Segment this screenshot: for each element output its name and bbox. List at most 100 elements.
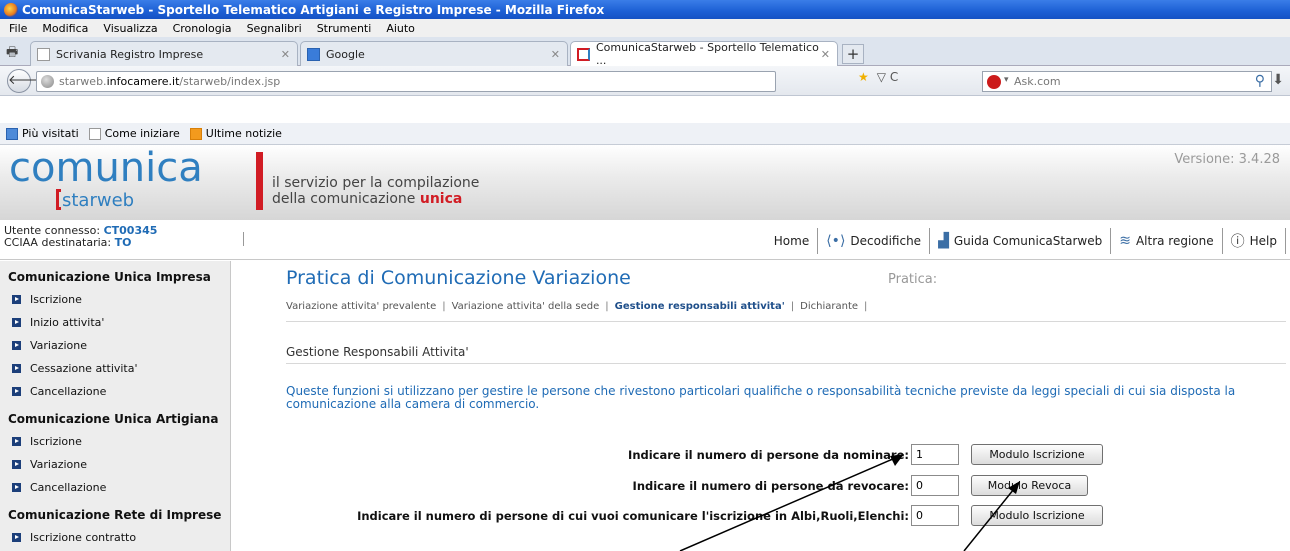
site-header: comunica starweb il servizio per la comp… [0, 145, 1290, 220]
firefox-logo-icon [4, 2, 18, 17]
divider [286, 321, 1286, 322]
menu-aiuto[interactable]: Aiuto [386, 22, 415, 35]
arrow-bullet-icon [12, 437, 21, 446]
menu-cronologia[interactable]: Cronologia [173, 22, 232, 35]
search-box[interactable]: ▾ Ask.com ⚲ [982, 71, 1272, 92]
description-text: Queste funzioni si utilizzano per gestir… [286, 384, 1236, 411]
arrow-bullet-icon [12, 341, 21, 350]
comunica-favicon-icon [577, 47, 590, 61]
nav-altra-regione[interactable]: ≋ Altra regione [1111, 228, 1223, 254]
albi-count-input[interactable] [911, 505, 959, 526]
row-revocare: Indicare il numero di persone da revocar… [232, 475, 1290, 497]
menu-segnalibri[interactable]: Segnalibri [247, 22, 302, 35]
version-label: Versione: 3.4.28 [1174, 152, 1280, 167]
menu-file[interactable]: File [9, 22, 27, 35]
nominare-count-input[interactable] [911, 444, 959, 465]
sidebar-item-impresa-variazione[interactable]: Variazione [0, 334, 230, 357]
sidebar-item-rete-iscrizione-contratto[interactable]: Iscrizione contratto [0, 526, 230, 549]
bookmark-come-iniziare[interactable]: Come iniziare [88, 127, 180, 140]
close-icon[interactable]: ✕ [551, 48, 560, 61]
window-titlebar: ComunicaStarweb - Sportello Telematico A… [0, 0, 1290, 19]
main-content: Pratica di Comunicazione Variazione Prat… [232, 261, 1290, 551]
user-info: Utente connesso: CT00345 CCIAA destinata… [4, 224, 158, 249]
window-title: ComunicaStarweb - Sportello Telematico A… [22, 2, 605, 17]
reload-icon[interactable]: C [890, 70, 898, 84]
google-icon [307, 47, 320, 61]
menu-bar: File Modifica Visualizza Cronologia Segn… [0, 19, 1290, 37]
modulo-iscrizione-button[interactable]: Modulo Iscrizione [971, 444, 1103, 465]
albi-label: Indicare il numero di persone di cui vuo… [357, 509, 909, 523]
search-icon[interactable]: ⚲ [1255, 73, 1265, 89]
print-icon[interactable]: 🖶 [6, 43, 18, 65]
nav-decodifiche[interactable]: ⟨•⟩ Decodifiche [818, 228, 931, 254]
subnav-variazione-attivita-prevalente[interactable]: Variazione attivita' prevalente [286, 301, 436, 312]
sidebar-section-title: Comunicazione Unica Artigiana [8, 412, 219, 426]
dropdown-icon[interactable]: ▽ [877, 70, 886, 84]
nav-guida[interactable]: ▟ Guida ComunicaStarweb [930, 228, 1112, 254]
subnav-dichiarante[interactable]: Dichiarante [800, 301, 858, 312]
modulo-revoca-button[interactable]: Modulo Revoca [971, 475, 1088, 496]
help-icon: ⓘ [1230, 234, 1245, 250]
sidebar-item-artigiana-cancellazione[interactable]: Cancellazione [0, 476, 230, 499]
sidebar-section-title: Comunicazione Unica Impresa [8, 270, 211, 284]
menu-modifica[interactable]: Modifica [42, 22, 88, 35]
close-icon[interactable]: ✕ [821, 48, 830, 61]
search-engine-name: Ask.com [1014, 75, 1061, 88]
starweb-logo-text: starweb [62, 190, 135, 211]
logo-bar-decoration [256, 152, 263, 210]
row-nominare: Indicare il numero di persone da nominar… [232, 444, 1290, 466]
bookmark-piu-visitati[interactable]: Più visitati [6, 127, 79, 140]
close-icon[interactable]: ✕ [281, 48, 290, 61]
arrow-bullet-icon [12, 533, 21, 542]
sidebar-item-impresa-iscrizione[interactable]: Iscrizione [0, 288, 230, 311]
row-albi: Indicare il numero di persone di cui vuo… [232, 505, 1290, 527]
ask-logo-icon [987, 75, 1001, 89]
sidebar-item-artigiana-variazione[interactable]: Variazione [0, 453, 230, 476]
url-bar[interactable]: starweb.infocamere.it/starweb/index.jsp [36, 71, 776, 92]
bookmark-star-icon[interactable]: ★ [858, 70, 869, 84]
nav-home[interactable]: Home [766, 228, 819, 254]
nominare-label: Indicare il numero di persone da nominar… [628, 448, 909, 462]
bookmarks-bar: Più visitati Come iniziare Ultime notizi… [0, 123, 1290, 145]
user-bar: Utente connesso: CT00345 CCIAA destinata… [0, 220, 1290, 260]
top-navigation: Home ⟨•⟩ Decodifiche ▟ Guida ComunicaStarw… [766, 228, 1286, 254]
sidebar-item-impresa-cessazione[interactable]: Cessazione attivita' [0, 357, 230, 380]
site-tagline: il servizio per la compilazione della co… [272, 175, 480, 207]
tab-label: ComunicaStarweb - Sportello Telematico .… [595, 41, 819, 67]
modulo-iscrizione-albi-button[interactable]: Modulo Iscrizione [971, 505, 1103, 526]
new-tab-button[interactable]: + [842, 44, 864, 64]
download-icon[interactable]: ⬇ [1272, 72, 1284, 88]
page-icon [37, 47, 50, 61]
arrow-bullet-icon [12, 483, 21, 492]
url-actions: ★ ▽ C [858, 70, 898, 84]
sidebar-item-impresa-cancellazione[interactable]: Cancellazione [0, 380, 230, 403]
guide-icon: ▟ [938, 233, 949, 249]
decode-icon: ⟨•⟩ [826, 233, 846, 249]
arrow-bullet-icon [12, 318, 21, 327]
arrow-bullet-icon [12, 387, 21, 396]
sidebar: Comunicazione Unica Impresa Iscrizione I… [0, 261, 231, 551]
url-text: starweb.infocamere.it/starweb/index.jsp [59, 75, 281, 88]
nav-help[interactable]: ⓘ Help [1223, 228, 1286, 254]
menu-visualizza[interactable]: Visualizza [103, 22, 157, 35]
subnav-variazione-attivita-sede[interactable]: Variazione attivita' della sede [452, 301, 600, 312]
navigation-bar: 🡐 starweb.infocamere.it/starweb/index.js… [0, 66, 1290, 96]
chevron-down-icon[interactable]: ▾ [1004, 75, 1009, 85]
subnav-gestione-responsabili[interactable]: Gestione responsabili attivita' [615, 301, 785, 312]
back-button[interactable]: 🡐 [7, 69, 43, 93]
page-icon [88, 127, 101, 140]
arrow-bullet-icon [12, 364, 21, 373]
sidebar-item-impresa-inizio-attivita[interactable]: Inizio attivita' [0, 311, 230, 334]
tab-comunicastarweb[interactable]: ComunicaStarweb - Sportello Telematico .… [570, 41, 838, 67]
arrow-bullet-icon [12, 460, 21, 469]
tab-google[interactable]: Google ✕ [300, 41, 568, 66]
rss-icon [189, 127, 202, 140]
revocare-label: Indicare il numero di persone da revocar… [632, 479, 909, 493]
bookmark-ultime-notizie[interactable]: Ultime notizie [189, 127, 282, 140]
sidebar-item-artigiana-iscrizione[interactable]: Iscrizione [0, 430, 230, 453]
tab-scrivania[interactable]: Scrivania Registro Imprese ✕ [30, 41, 298, 66]
comunica-logo: comunica [9, 145, 203, 191]
page-title: Pratica di Comunicazione Variazione [286, 267, 631, 289]
revocare-count-input[interactable] [911, 475, 959, 496]
menu-strumenti[interactable]: Strumenti [317, 22, 372, 35]
